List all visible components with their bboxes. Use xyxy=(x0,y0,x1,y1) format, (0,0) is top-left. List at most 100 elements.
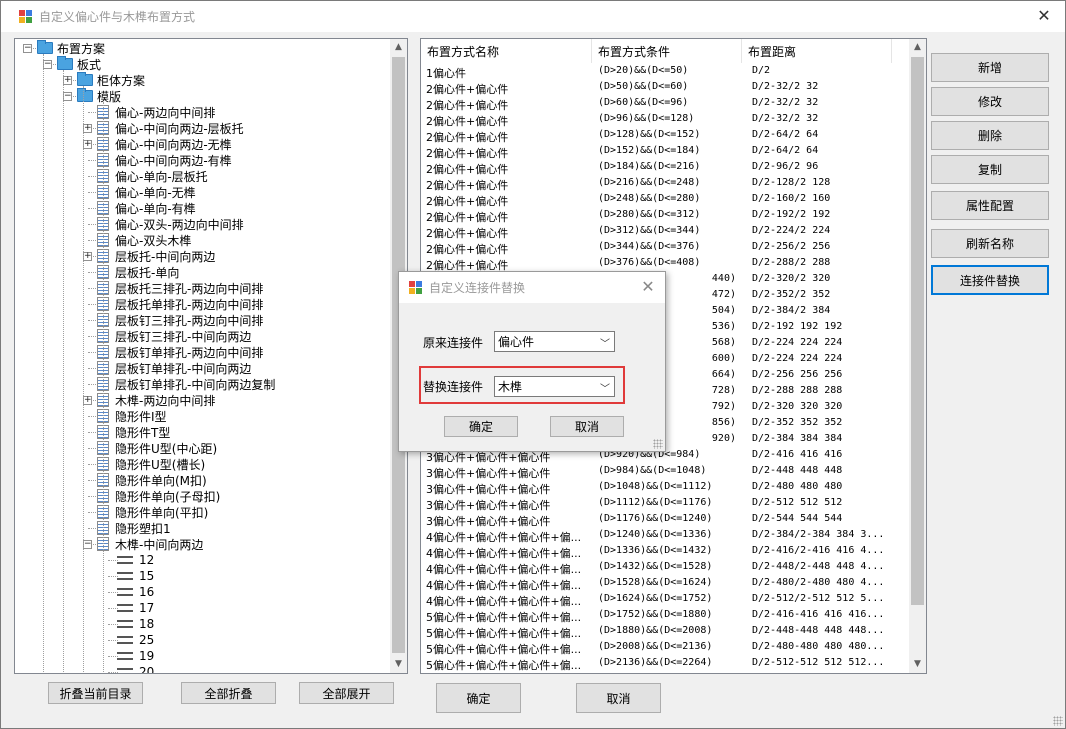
column-header-name[interactable]: 布置方式名称 xyxy=(421,39,592,63)
tree-node[interactable]: 16 xyxy=(117,584,154,600)
scroll-up-icon[interactable]: ▲ xyxy=(390,39,407,56)
tree-node[interactable]: 层板钉三排孔-两边向中间排 xyxy=(97,312,263,328)
tree-node[interactable]: 隐形件单向(平扣) xyxy=(97,504,208,520)
scroll-up-icon[interactable]: ▲ xyxy=(909,39,926,56)
tree-node[interactable]: 偏心-中间向两边-有榫 xyxy=(97,152,232,168)
tree-node[interactable]: 隐形件I型 xyxy=(97,408,167,424)
list-row[interactable]: 2偏心件+偏心件 (D>248)&&(D<=280) D/2-160/2 160 xyxy=(421,192,909,208)
tree-node[interactable]: 偏心-单向-层板托 xyxy=(97,168,208,184)
layout-tree[interactable]: − 布置方案 − 板式 + 柜体方案 − 模版 偏心-两边向中间排 + 偏心-中间向两边-层板托 + 偏… xyxy=(14,38,408,674)
add-button[interactable]: 新增 xyxy=(931,53,1049,82)
resize-grip[interactable] xyxy=(1053,716,1063,726)
tree-node[interactable]: 隐形件单向(M扣) xyxy=(97,472,207,488)
tree-node[interactable]: 布置方案 xyxy=(37,40,105,56)
tree-node[interactable]: 层板托三排孔-两边向中间排 xyxy=(97,280,263,296)
column-header-condition[interactable]: 布置方式条件 xyxy=(592,39,742,63)
list-scrollbar[interactable]: ▲ ▼ xyxy=(909,39,926,673)
tree-node[interactable]: 偏心-双头木榫 xyxy=(97,232,191,248)
tree-node[interactable]: 隐形塑扣1 xyxy=(97,520,171,536)
tree-node[interactable]: 层板钉单排孔-中间向两边复制 xyxy=(97,376,275,392)
list-row[interactable]: 3偏心件+偏心件+偏心件 (D>1112)&&(D<=1176) D/2-512 5… xyxy=(421,496,909,512)
scroll-down-icon[interactable]: ▼ xyxy=(909,656,926,673)
list-row[interactable]: 2偏心件+偏心件 (D>280)&&(D<=312) D/2-192/2 192 xyxy=(421,208,909,224)
list-row[interactable]: 2偏心件+偏心件 (D>60)&&(D<=96) D/2-32/2 32 xyxy=(421,96,909,112)
tree-node[interactable]: 层板钉单排孔-中间向两边 xyxy=(97,360,251,376)
dialog-close-icon[interactable]: ✕ xyxy=(637,277,659,297)
list-scroll-thumb[interactable] xyxy=(911,57,924,605)
tree-node[interactable]: 层板钉三排孔-中间向两边 xyxy=(97,328,251,344)
expand-icon[interactable]: + xyxy=(83,252,92,261)
list-row[interactable]: 2偏心件+偏心件 (D>128)&&(D<=152) D/2-64/2 64 xyxy=(421,128,909,144)
list-row[interactable]: 5偏心件+偏心件+偏心件+偏... (D>2136)&&(D<=2264) D/2-… xyxy=(421,656,909,672)
delete-button[interactable]: 删除 xyxy=(931,121,1049,150)
list-row[interactable]: 2偏心件+偏心件 (D>216)&&(D<=248) D/2-128/2 128 xyxy=(421,176,909,192)
tree-node[interactable]: 层板钉单排孔-两边向中间排 xyxy=(97,344,263,360)
original-connector-select[interactable]: 偏心件 ﹀ xyxy=(494,331,615,352)
tree-node[interactable]: 隐形件T型 xyxy=(97,424,170,440)
expand-icon[interactable]: + xyxy=(83,140,92,149)
tree-node[interactable]: 隐形件单向(子母扣) xyxy=(97,488,220,504)
list-row[interactable]: 3偏心件+偏心件+偏心件 (D>1048)&&(D<=1112) D/2-480 4… xyxy=(421,480,909,496)
dialog-ok-button[interactable]: 确定 xyxy=(444,416,518,437)
list-row[interactable]: 5偏心件+偏心件+偏心件+偏... (D>2008)&&(D<=2136) D/2-… xyxy=(421,640,909,656)
list-row[interactable]: 2偏心件+偏心件 (D>152)&&(D<=184) D/2-64/2 64 xyxy=(421,144,909,160)
tree-node[interactable]: 15 xyxy=(117,568,154,584)
list-row[interactable]: 2偏心件+偏心件 (D>344)&&(D<=376) D/2-256/2 256 xyxy=(421,240,909,256)
list-row[interactable]: 2偏心件+偏心件 (D>184)&&(D<=216) D/2-96/2 96 xyxy=(421,160,909,176)
collapse-current-button[interactable]: 折叠当前目录 xyxy=(48,682,143,704)
tree-node[interactable]: 19 xyxy=(117,648,154,664)
tree-node[interactable]: 隐形件U型(中心距) xyxy=(97,440,217,456)
tree-node[interactable]: 12 xyxy=(117,552,154,568)
expand-all-button[interactable]: 全部展开 xyxy=(299,682,394,704)
list-row[interactable]: 3偏心件+偏心件+偏心件 (D>1176)&&(D<=1240) D/2-544 5… xyxy=(421,512,909,528)
column-header-distance[interactable]: 布置距离 xyxy=(742,39,892,63)
dialog-cancel-button[interactable]: 取消 xyxy=(550,416,624,437)
collapse-icon[interactable]: − xyxy=(23,44,32,53)
edit-button[interactable]: 修改 xyxy=(931,87,1049,116)
tree-node[interactable]: 偏心-中间向两边-层板托 xyxy=(97,120,244,136)
list-row[interactable]: 4偏心件+偏心件+偏心件+偏... (D>1432)&&(D<=1528) D/2-… xyxy=(421,560,909,576)
tree-node[interactable]: 柜体方案 xyxy=(77,72,145,88)
cancel-button[interactable]: 取消 xyxy=(576,683,661,713)
replace-connector-select[interactable]: 木榫 ﹀ xyxy=(494,376,615,397)
collapse-icon[interactable]: − xyxy=(83,540,92,549)
tree-node[interactable]: 偏心-单向-有榫 xyxy=(97,200,196,216)
list-row[interactable]: 2偏心件+偏心件 (D>50)&&(D<=60) D/2-32/2 32 xyxy=(421,80,909,96)
list-row[interactable]: 2偏心件+偏心件 (D>376)&&(D<=408) D/2-288/2 288 xyxy=(421,256,909,272)
tree-node[interactable]: 偏心-中间向两边-无榫 xyxy=(97,136,232,152)
list-row[interactable]: 5偏心件+偏心件+偏心件+偏... (D>1880)&&(D<=2008) D/2-… xyxy=(421,624,909,640)
collapse-icon[interactable]: − xyxy=(43,60,52,69)
tree-node[interactable]: 17 xyxy=(117,600,154,616)
list-row[interactable]: 2偏心件+偏心件 (D>312)&&(D<=344) D/2-224/2 224 xyxy=(421,224,909,240)
close-icon[interactable]: ✕ xyxy=(1033,6,1055,26)
connector-replace-button[interactable]: 连接件替换 xyxy=(931,265,1049,295)
tree-node[interactable]: 层板托-单向 xyxy=(97,264,179,280)
list-row[interactable]: 2偏心件+偏心件 (D>96)&&(D<=128) D/2-32/2 32 xyxy=(421,112,909,128)
collapse-all-button[interactable]: 全部折叠 xyxy=(181,682,276,704)
refresh-name-button[interactable]: 刷新名称 xyxy=(931,229,1049,258)
tree-node[interactable]: 木榫-两边向中间排 xyxy=(97,392,215,408)
tree-node[interactable]: 层板托单排孔-两边向中间排 xyxy=(97,296,263,312)
scroll-down-icon[interactable]: ▼ xyxy=(390,656,407,673)
expand-icon[interactable]: + xyxy=(63,76,72,85)
tree-node[interactable]: 25 xyxy=(117,632,154,648)
property-config-button[interactable]: 属性配置 xyxy=(931,191,1049,220)
list-row[interactable]: 4偏心件+偏心件+偏心件+偏... (D>1240)&&(D<=1336) D/2-… xyxy=(421,528,909,544)
tree-node[interactable]: 隐形件U型(槽长) xyxy=(97,456,205,472)
tree-node[interactable]: 18 xyxy=(117,616,154,632)
list-row[interactable]: 5偏心件+偏心件+偏心件+偏... (D>1752)&&(D<=1880) D/2-… xyxy=(421,608,909,624)
tree-node[interactable]: 偏心-单向-无榫 xyxy=(97,184,196,200)
collapse-icon[interactable]: − xyxy=(63,92,72,101)
tree-node[interactable]: 木榫-中间向两边 xyxy=(97,536,203,552)
tree-node[interactable]: 偏心-两边向中间排 xyxy=(97,104,215,120)
expand-icon[interactable]: + xyxy=(83,124,92,133)
expand-icon[interactable]: + xyxy=(83,396,92,405)
list-row[interactable]: 4偏心件+偏心件+偏心件+偏... (D>1336)&&(D<=1432) D/2-… xyxy=(421,544,909,560)
dialog-resize-grip[interactable] xyxy=(653,439,663,449)
tree-node[interactable]: 偏心-双头-两边向中间排 xyxy=(97,216,244,232)
copy-button[interactable]: 复制 xyxy=(931,155,1049,184)
tree-node[interactable]: 层板托-中间向两边 xyxy=(97,248,215,264)
list-row[interactable]: 4偏心件+偏心件+偏心件+偏... (D>1528)&&(D<=1624) D/2-… xyxy=(421,576,909,592)
list-row[interactable]: 3偏心件+偏心件+偏心件 (D>984)&&(D<=1048) D/2-448 44… xyxy=(421,464,909,480)
list-row[interactable]: 1偏心件 (D>20)&&(D<=50) D/2 xyxy=(421,64,909,80)
